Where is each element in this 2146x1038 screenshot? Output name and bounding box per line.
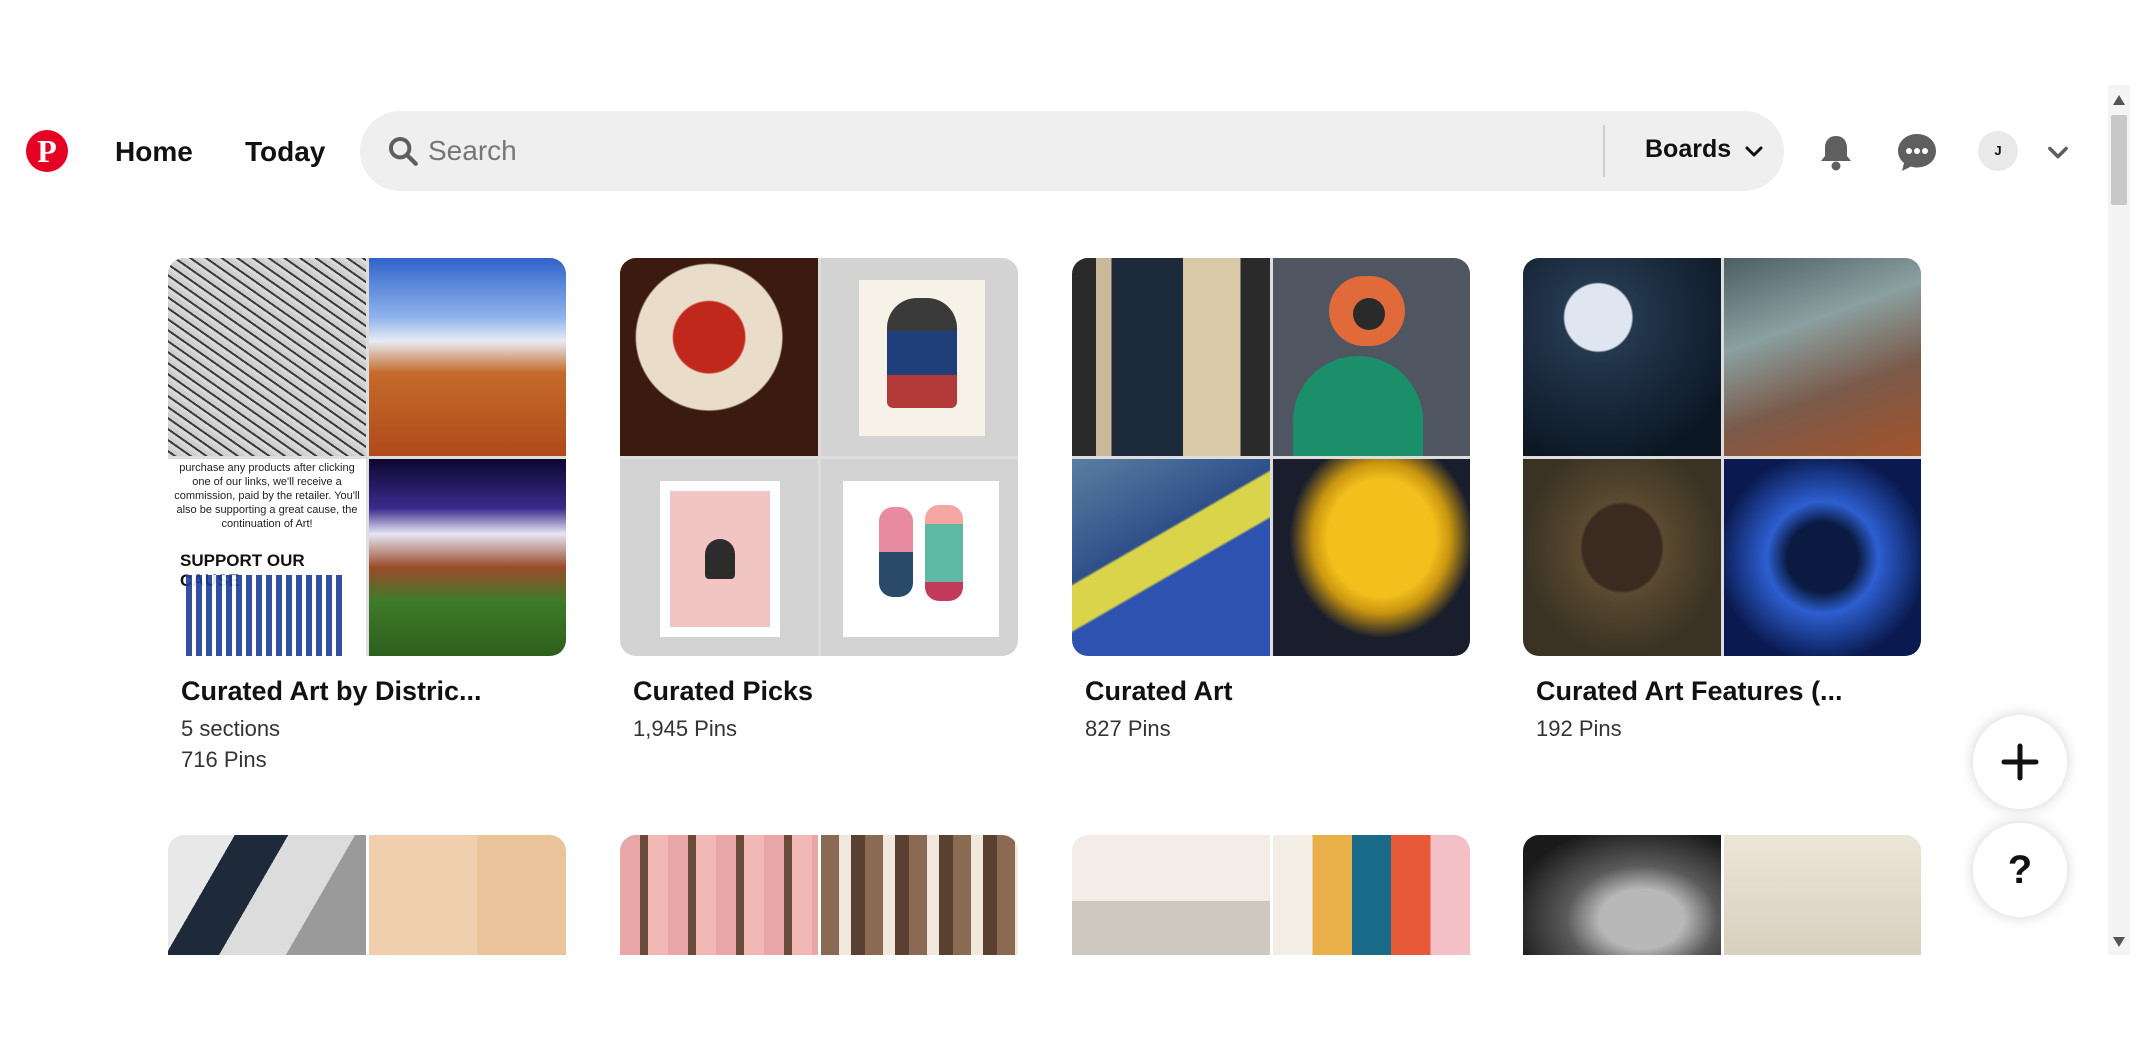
pin-thumbnail	[1724, 258, 1921, 456]
qr-code	[186, 575, 346, 656]
board-card[interactable]	[620, 835, 1018, 955]
pin-thumbnail	[620, 258, 818, 456]
pin-thumbnail	[168, 258, 366, 456]
board-card[interactable]: Curated Art 827 Pins	[1072, 258, 1470, 744]
pin-thumbnail	[1072, 459, 1270, 656]
create-button[interactable]	[1973, 715, 2067, 809]
board-title[interactable]: Curated Art Features (...	[1536, 676, 1921, 707]
pin-thumbnail	[821, 459, 1018, 656]
pin-thumbnail	[1724, 459, 1921, 656]
search-input[interactable]	[428, 127, 1548, 175]
scroll-up-arrow[interactable]	[2113, 95, 2125, 105]
scrollbar[interactable]	[2108, 85, 2130, 955]
board-pin-count: 716 Pins	[181, 747, 267, 772]
search-scope-dropdown[interactable]: Boards	[1645, 135, 1731, 164]
board-cover[interactable]	[1072, 258, 1470, 656]
pin-thumbnail	[1072, 258, 1270, 456]
board-card[interactable]: Curated Art Features (... 192 Pins	[1523, 258, 1921, 744]
board-title[interactable]: Curated Picks	[633, 676, 1018, 707]
avatar[interactable]: J	[1978, 131, 2018, 171]
pin-thumbnail	[821, 835, 1018, 955]
pin-thumbnail	[168, 835, 366, 955]
pin-thumbnail	[369, 459, 566, 656]
pin-thumbnail	[821, 258, 1018, 456]
board-cover[interactable]	[620, 258, 1018, 656]
board-pin-count: 192 Pins	[1536, 716, 1622, 741]
pin-thumbnail	[1273, 258, 1470, 456]
chevron-down-icon[interactable]	[1742, 139, 1766, 163]
board-title[interactable]: Curated Art	[1085, 676, 1470, 707]
bell-icon[interactable]	[1812, 128, 1860, 176]
chevron-down-icon[interactable]	[2044, 138, 2072, 166]
scroll-thumb[interactable]	[2111, 115, 2127, 205]
board-card[interactable]: Curated Picks 1,945 Pins	[620, 258, 1018, 744]
cover-caption: purchase any products after clicking one…	[174, 462, 360, 527]
board-title[interactable]: Curated Art by Distric...	[181, 676, 566, 707]
board-cover[interactable]	[1523, 258, 1921, 656]
pin-thumbnail	[1523, 258, 1721, 456]
pin-thumbnail	[620, 459, 818, 656]
board-pin-count: 827 Pins	[1085, 716, 1171, 741]
board-card[interactable]: purchase any products after clicking one…	[168, 258, 566, 775]
board-section-count: 5 sections	[181, 716, 281, 741]
pinterest-logo-icon[interactable]: P	[26, 130, 68, 172]
board-card[interactable]	[1072, 835, 1470, 955]
pin-thumbnail	[620, 835, 818, 955]
pin-thumbnail	[1273, 835, 1470, 955]
nav-home-link[interactable]: Home	[115, 136, 193, 168]
scroll-down-arrow[interactable]	[2113, 937, 2125, 947]
board-pin-count: 1,945 Pins	[633, 716, 737, 741]
top-navigation: P Home Today Boards J	[0, 110, 2100, 192]
pin-thumbnail: purchase any products after clicking one…	[168, 459, 366, 656]
plus-icon	[2001, 743, 2039, 781]
board-cover[interactable]: purchase any products after clicking one…	[168, 258, 566, 656]
pin-thumbnail	[1072, 835, 1270, 955]
pin-thumbnail	[1523, 835, 1721, 955]
svg-text:P: P	[37, 133, 57, 169]
chat-icon[interactable]	[1893, 128, 1941, 176]
pin-thumbnail	[1273, 459, 1470, 656]
pin-thumbnail	[369, 835, 566, 955]
pin-thumbnail	[369, 258, 566, 456]
search-divider	[1603, 125, 1605, 177]
search-bar[interactable]: Boards	[360, 111, 1784, 191]
pin-thumbnail	[1523, 459, 1721, 656]
help-button[interactable]: ?	[1973, 823, 2067, 917]
search-icon	[388, 136, 418, 166]
board-card[interactable]	[1523, 835, 1921, 955]
board-card[interactable]	[168, 835, 566, 955]
pin-thumbnail	[1724, 835, 1921, 955]
nav-today-link[interactable]: Today	[245, 136, 325, 168]
